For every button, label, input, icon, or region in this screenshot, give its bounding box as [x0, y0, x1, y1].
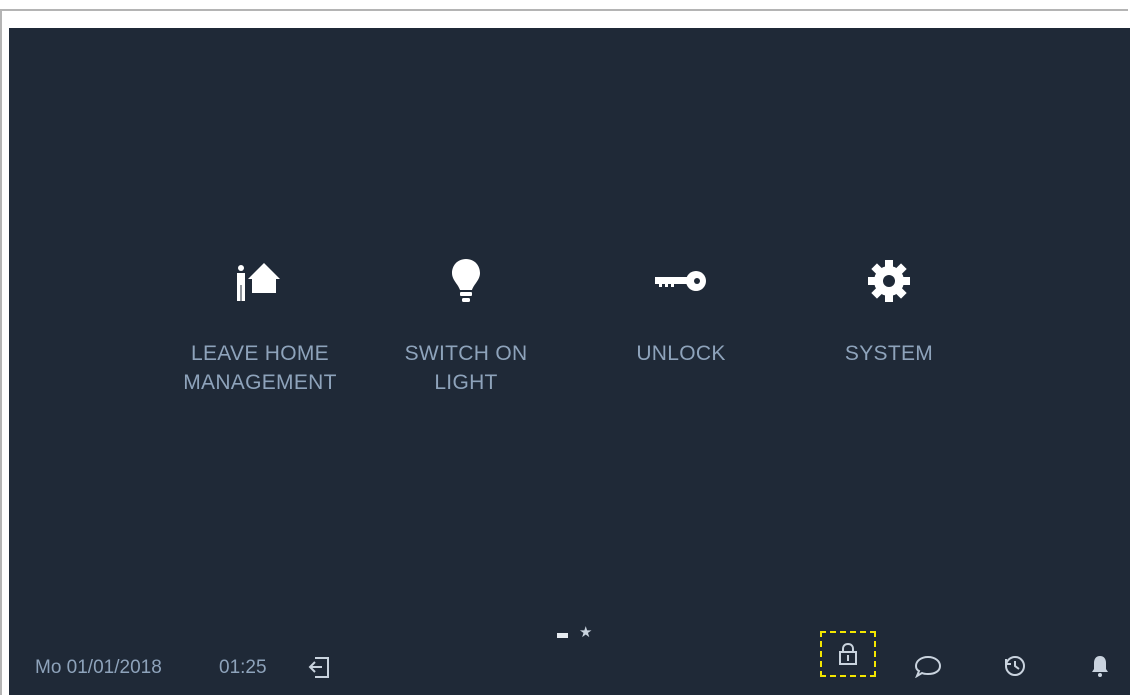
tile-system[interactable]: SYSTEM [789, 251, 989, 451]
home-screen: LEAVE HOME MANAGEMENT SWITCH ON LIGHT UN… [9, 28, 1130, 695]
bell-icon[interactable] [1085, 651, 1115, 681]
tile-leave-home-management[interactable]: LEAVE HOME MANAGEMENT [160, 251, 360, 451]
date-display: Mo 01/01/2018 [35, 657, 162, 678]
message-icon[interactable] [911, 651, 945, 681]
gear-icon [789, 251, 989, 311]
time-display: 01:25 [219, 657, 267, 678]
status-bar: Mo 01/01/2018 01:25 [9, 635, 1130, 695]
history-icon[interactable] [998, 651, 1032, 681]
lock-icon [822, 633, 874, 675]
tile-switch-on-light[interactable]: SWITCH ON LIGHT [366, 251, 566, 451]
lock-button-highlight[interactable] [820, 631, 876, 677]
tile-unlock[interactable]: UNLOCK [581, 251, 781, 451]
exit-icon[interactable] [305, 652, 335, 682]
tile-label: SWITCH ON LIGHT [404, 342, 528, 394]
tile-label: LEAVE HOME MANAGEMENT [183, 342, 337, 394]
tile-label: UNLOCK [636, 342, 726, 365]
tile-label: SYSTEM [844, 342, 934, 365]
key-icon [581, 251, 781, 311]
lightbulb-icon [366, 251, 566, 311]
person-house-icon [160, 251, 360, 311]
